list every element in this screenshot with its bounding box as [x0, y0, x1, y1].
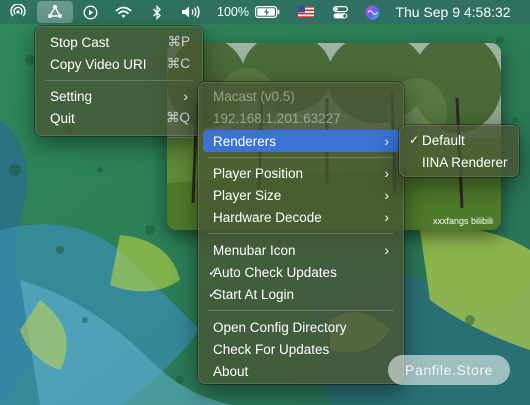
menu-item-label: Open Config Directory: [213, 319, 347, 335]
siri-icon[interactable]: [362, 0, 382, 24]
menu-item-label: Hardware Decode: [213, 209, 322, 225]
renderers-submenu: ✓ Default IINA Renderer: [399, 125, 519, 177]
menu-item-label: Quit: [50, 110, 75, 126]
menu-item-label: Macast (v0.5): [213, 88, 295, 104]
macast-icon[interactable]: [37, 1, 73, 23]
battery-percent: 100%: [217, 5, 249, 19]
menu-item-menubar-icon[interactable]: Menubar Icon ›: [203, 239, 399, 261]
menu-item-quit[interactable]: Quit ⌘Q: [40, 107, 198, 129]
menu-item-label: 192.168.1.201:63227: [213, 110, 341, 126]
menu-separator: [208, 233, 394, 234]
menu-item-label: IINA Renderer: [422, 154, 508, 170]
menu-item-shortcut: ⌘Q: [165, 110, 190, 125]
battery-icon[interactable]: [252, 0, 282, 24]
menu-item-renderers[interactable]: Renderers ›: [203, 130, 399, 152]
menu-item-auto-check-updates[interactable]: ✓ Auto Check Updates: [203, 261, 399, 283]
flag-icon[interactable]: [296, 0, 316, 24]
menu-item-label: Setting: [50, 88, 93, 104]
menu-item-label: Renderers: [213, 133, 277, 149]
menu-item-label: Player Position: [213, 165, 304, 181]
menu-separator: [45, 80, 193, 81]
menu-item-open-config-directory[interactable]: Open Config Directory: [203, 316, 399, 338]
volume-icon[interactable]: [178, 0, 204, 24]
server-address-label: 192.168.1.201:63227: [203, 107, 399, 129]
chevron-right-icon: ›: [384, 133, 389, 149]
macast-main-menu: Stop Cast ⌘P Copy Video URI ⌘C Setting ›…: [35, 26, 203, 136]
menu-item-label: Stop Cast: [50, 34, 110, 50]
chevron-right-icon: ›: [384, 209, 389, 225]
menu-item-renderer-iina[interactable]: IINA Renderer: [404, 151, 514, 173]
chevron-right-icon: ›: [183, 88, 188, 104]
play-icon[interactable]: [80, 0, 100, 24]
menu-item-about[interactable]: About: [203, 360, 399, 382]
control-center-icon[interactable]: [330, 0, 350, 24]
setting-submenu: Macast (v0.5) 192.168.1.201:63227 Render…: [198, 82, 404, 384]
menu-item-label: Copy Video URI: [50, 56, 147, 72]
airdrop-icon[interactable]: [8, 0, 28, 24]
bluetooth-icon[interactable]: [148, 0, 166, 24]
menu-item-label: Auto Check Updates: [213, 264, 337, 280]
menubar-clock[interactable]: Thu Sep 9 4:58:32: [392, 0, 514, 24]
chevron-right-icon: ›: [384, 187, 389, 203]
menu-item-hardware-decode[interactable]: Hardware Decode ›: [203, 206, 399, 228]
menu-separator: [208, 310, 394, 311]
menu-item-label: Start At Login: [213, 286, 295, 302]
menu-item-label: Default: [422, 132, 465, 148]
menu-item-copy-video-uri[interactable]: Copy Video URI ⌘C: [40, 53, 198, 75]
menu-item-label: Check For Updates: [213, 341, 330, 357]
menu-item-label: Menubar Icon: [213, 242, 296, 258]
menu-item-player-position[interactable]: Player Position ›: [203, 162, 399, 184]
panfile-watermark: Panfile.Store: [388, 355, 510, 385]
menu-item-shortcut: ⌘P: [167, 34, 190, 49]
menu-item-setting[interactable]: Setting ›: [40, 85, 198, 107]
app-version-label: Macast (v0.5): [203, 85, 399, 107]
menu-item-check-for-updates[interactable]: Check For Updates: [203, 338, 399, 360]
video-watermark: xxxfangs bilibili: [432, 216, 493, 226]
menu-bar: 100% Thu Sep 9 4:58:32: [0, 0, 530, 24]
chevron-right-icon: ›: [384, 165, 389, 181]
menu-item-renderer-default[interactable]: ✓ Default: [404, 129, 514, 151]
wifi-icon[interactable]: [112, 0, 134, 24]
checkmark-icon: ✓: [409, 133, 420, 147]
menu-item-start-at-login[interactable]: ✓ Start At Login: [203, 283, 399, 305]
menu-item-label: About: [213, 363, 249, 379]
menu-item-label: Player Size: [213, 187, 282, 203]
menu-item-shortcut: ⌘C: [166, 56, 190, 71]
menu-item-player-size[interactable]: Player Size ›: [203, 184, 399, 206]
menu-item-stop-cast[interactable]: Stop Cast ⌘P: [40, 31, 198, 53]
menu-separator: [208, 157, 394, 158]
chevron-right-icon: ›: [384, 242, 389, 258]
